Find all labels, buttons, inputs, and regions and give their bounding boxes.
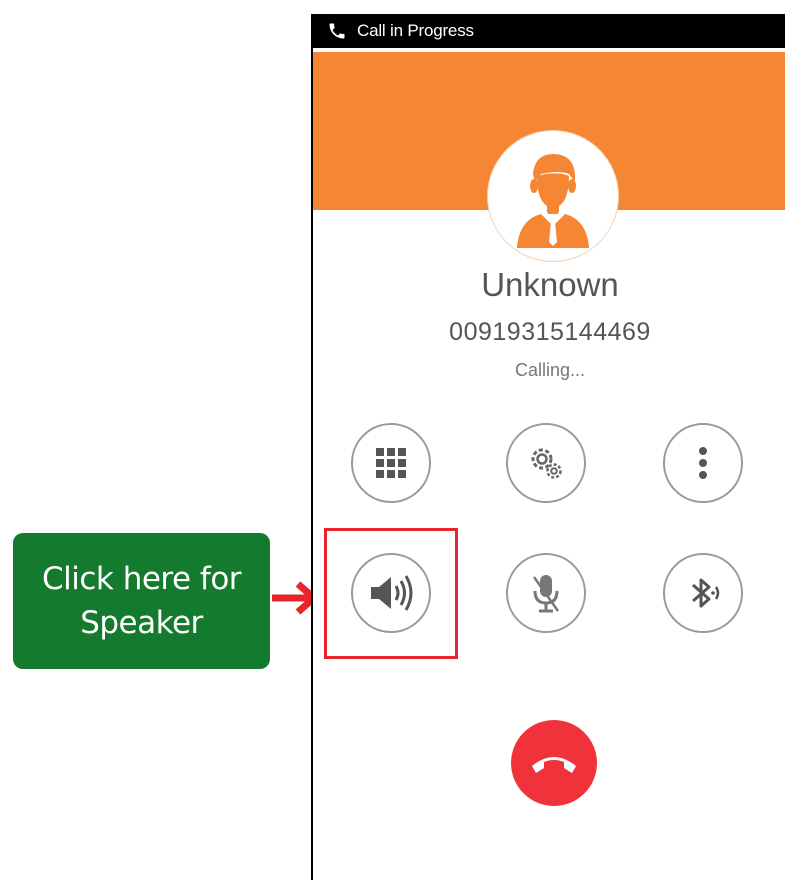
call-status: Calling... [514,360,586,380]
speaker-button[interactable] [351,553,431,633]
call-settings-button[interactable] [506,423,586,503]
phone-icon [327,21,347,41]
mic-off-icon [532,575,560,613]
avatar [488,131,618,261]
speaker-icon [371,575,413,611]
more-options-button[interactable] [663,423,743,503]
status-bar: Call in Progress [313,14,785,48]
mute-button[interactable] [506,553,586,633]
gears-icon [531,448,562,479]
bluetooth-icon [692,578,720,608]
speaker-callout: Click here for Speaker [13,533,270,669]
caller-number: 00919315144469 [449,318,651,346]
end-call-button[interactable] [511,720,597,806]
dialpad-button[interactable] [351,423,431,503]
caller-name: Unknown [481,266,619,303]
more-vert-icon [699,447,707,479]
status-title: Call in Progress [357,21,474,40]
dialpad-icon [376,448,406,478]
person-icon [517,154,589,248]
phone-screen: Call in Progress Unknown 00919315144469 … [311,14,785,880]
callout-line-1: Click here for [41,561,242,597]
callout-line-2: Speaker [80,605,203,641]
bluetooth-button[interactable] [663,553,743,633]
page: Click here for Speaker Call in Progress [0,0,785,880]
hang-up-icon [532,757,576,773]
